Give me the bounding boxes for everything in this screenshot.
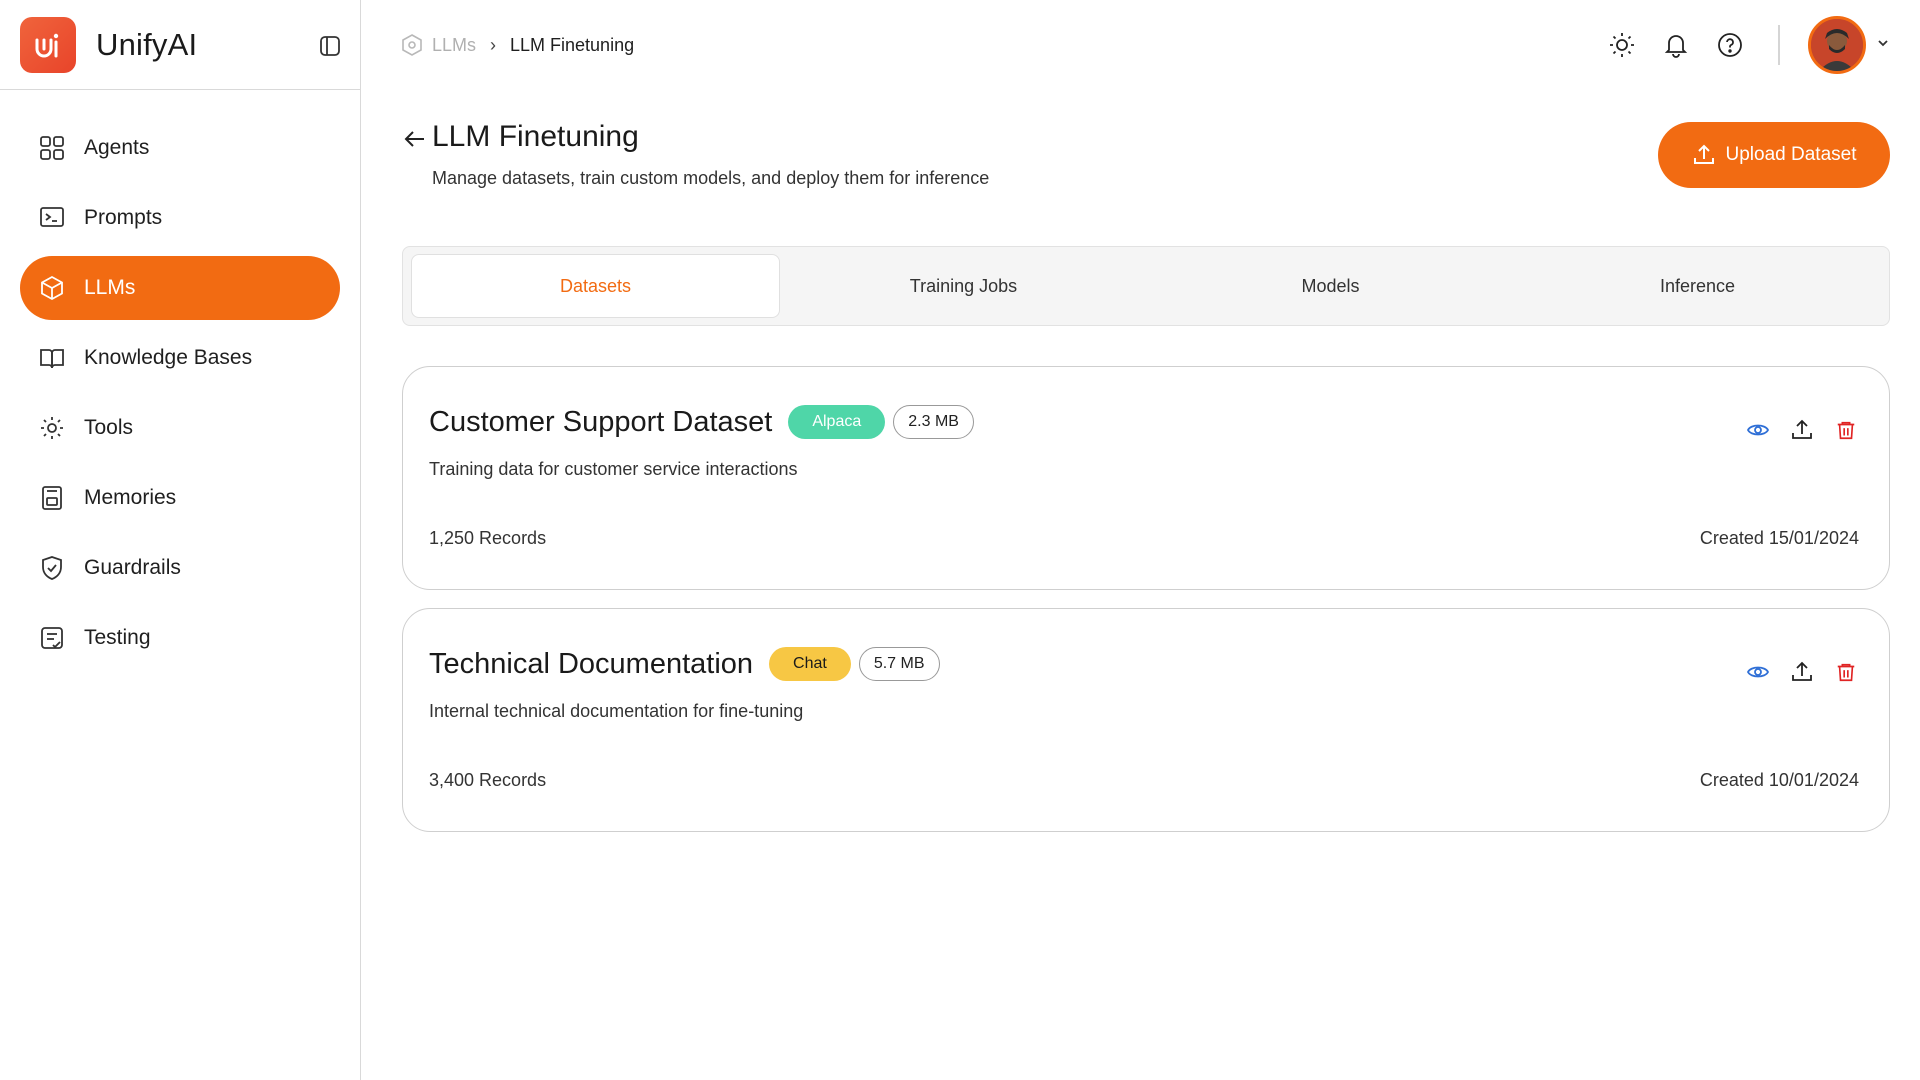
- sun-icon[interactable]: [1604, 27, 1640, 63]
- dataset-created: Created 15/01/2024: [1699, 528, 1859, 548]
- breadcrumb: LLMs › LLM Finetuning: [400, 33, 634, 57]
- sidebar-nav: Agents Prompts LLMs Knowledge Bases Tool…: [0, 90, 360, 670]
- sidebar: UnifyAI Agents Prompts LLMs Knowledge Ba…: [0, 0, 361, 1080]
- dataset-description: Internal technical documentation for fin…: [429, 701, 804, 721]
- terminal-icon: [38, 204, 66, 232]
- breadcrumb-parent[interactable]: LLMs: [400, 33, 476, 57]
- dataset-card[interactable]: Customer Support Dataset Alpaca 2.3 MB T…: [402, 366, 1890, 590]
- sidebar-item-label: Testing: [84, 626, 151, 649]
- page-subtitle: Manage datasets, train custom models, an…: [432, 168, 990, 188]
- sidebar-item-llms[interactable]: LLMs: [20, 256, 340, 320]
- eye-icon[interactable]: [1745, 659, 1771, 685]
- sidebar-item-label: Agents: [84, 136, 150, 159]
- dataset-records: 1,250 Records: [429, 528, 547, 548]
- shield-icon: [38, 554, 66, 582]
- sidebar-item-guardrails[interactable]: Guardrails: [20, 536, 340, 600]
- dataset-title-row: Technical Documentation Chat 5.7 MB: [429, 647, 940, 681]
- sidebar-item-label: Memories: [84, 486, 177, 509]
- sidebar-toggle-icon[interactable]: [318, 34, 342, 58]
- sidebar-item-label: LLMs: [84, 276, 136, 299]
- breadcrumb-parent-label: LLMs: [432, 34, 477, 55]
- upload-dataset-label: Upload Dataset: [1725, 144, 1857, 165]
- help-icon[interactable]: [1712, 27, 1748, 63]
- tab-datasets[interactable]: Datasets: [411, 254, 780, 318]
- format-badge: Chat: [769, 647, 851, 681]
- arrow-left-icon[interactable]: [402, 126, 428, 152]
- sidebar-header: UnifyAI: [0, 0, 360, 90]
- chevron-down-icon[interactable]: [1876, 36, 1890, 55]
- sidebar-item-label: Tools: [84, 416, 134, 439]
- main-content: LLM Finetuning Manage datasets, train cu…: [402, 90, 1890, 850]
- upload-icon[interactable]: [1789, 417, 1815, 443]
- sidebar-item-label: Knowledge Bases: [84, 346, 253, 369]
- sidebar-item-label: Guardrails: [84, 556, 181, 579]
- page-header: LLM Finetuning Manage datasets, train cu…: [402, 90, 1890, 230]
- dataset-description: Training data for customer service inter…: [429, 459, 798, 479]
- dataset-title-row: Customer Support Dataset Alpaca 2.3 MB: [429, 405, 974, 439]
- top-actions: [1586, 16, 1890, 74]
- dataset-title: Customer Support Dataset: [429, 405, 773, 438]
- eye-icon[interactable]: [1745, 417, 1771, 443]
- tab-training-jobs[interactable]: Training Jobs: [780, 254, 1147, 318]
- sidebar-item-label: Prompts: [84, 206, 163, 229]
- top-bar: LLMs › LLM Finetuning: [362, 0, 1920, 90]
- unifyai-logo[interactable]: [20, 16, 76, 73]
- trash-icon[interactable]: [1833, 659, 1859, 685]
- avatar[interactable]: [1808, 16, 1866, 74]
- brand-name: UnifyAI: [96, 26, 198, 62]
- size-badge: 2.3 MB: [893, 405, 974, 439]
- tabs: Datasets Training Jobs Models Inference: [402, 246, 1890, 326]
- bell-icon[interactable]: [1658, 27, 1694, 63]
- dataset-records: 3,400 Records: [429, 770, 547, 790]
- chevron-right-icon: ›: [490, 34, 497, 55]
- upload-icon: [1693, 144, 1714, 164]
- grid-icon: [38, 134, 66, 162]
- dataset-created: Created 10/01/2024: [1699, 770, 1859, 790]
- gear-icon: [38, 414, 66, 442]
- sidebar-item-testing[interactable]: Testing: [20, 606, 340, 670]
- save-icon: [38, 484, 66, 512]
- sidebar-item-tools[interactable]: Tools: [20, 396, 340, 460]
- upload-dataset-button[interactable]: Upload Dataset: [1658, 122, 1890, 188]
- dataset-list: Customer Support Dataset Alpaca 2.3 MB T…: [402, 366, 1890, 832]
- home-icon: [402, 34, 422, 56]
- sidebar-item-agents[interactable]: Agents: [20, 116, 340, 180]
- tab-models[interactable]: Models: [1147, 254, 1514, 318]
- dataset-actions: [1727, 417, 1859, 443]
- book-icon: [38, 344, 66, 372]
- sidebar-item-memories[interactable]: Memories: [20, 466, 340, 530]
- trash-icon[interactable]: [1833, 417, 1859, 443]
- upload-icon[interactable]: [1789, 659, 1815, 685]
- page-title: LLM Finetuning: [432, 120, 639, 153]
- dataset-actions: [1727, 659, 1859, 685]
- breadcrumb-current: LLM Finetuning: [510, 34, 635, 55]
- size-badge: 5.7 MB: [858, 647, 940, 681]
- dataset-title: Technical Documentation: [429, 647, 754, 680]
- sidebar-item-knowledge-bases[interactable]: Knowledge Bases: [20, 326, 340, 390]
- tab-inference[interactable]: Inference: [1514, 254, 1881, 318]
- header-divider: [1778, 25, 1780, 65]
- sidebar-item-prompts[interactable]: Prompts: [20, 186, 340, 250]
- format-badge: Alpaca: [788, 405, 886, 439]
- checklist-icon: [38, 624, 66, 652]
- cube-icon: [38, 274, 66, 302]
- dataset-card[interactable]: Technical Documentation Chat 5.7 MB Inte…: [402, 608, 1890, 832]
